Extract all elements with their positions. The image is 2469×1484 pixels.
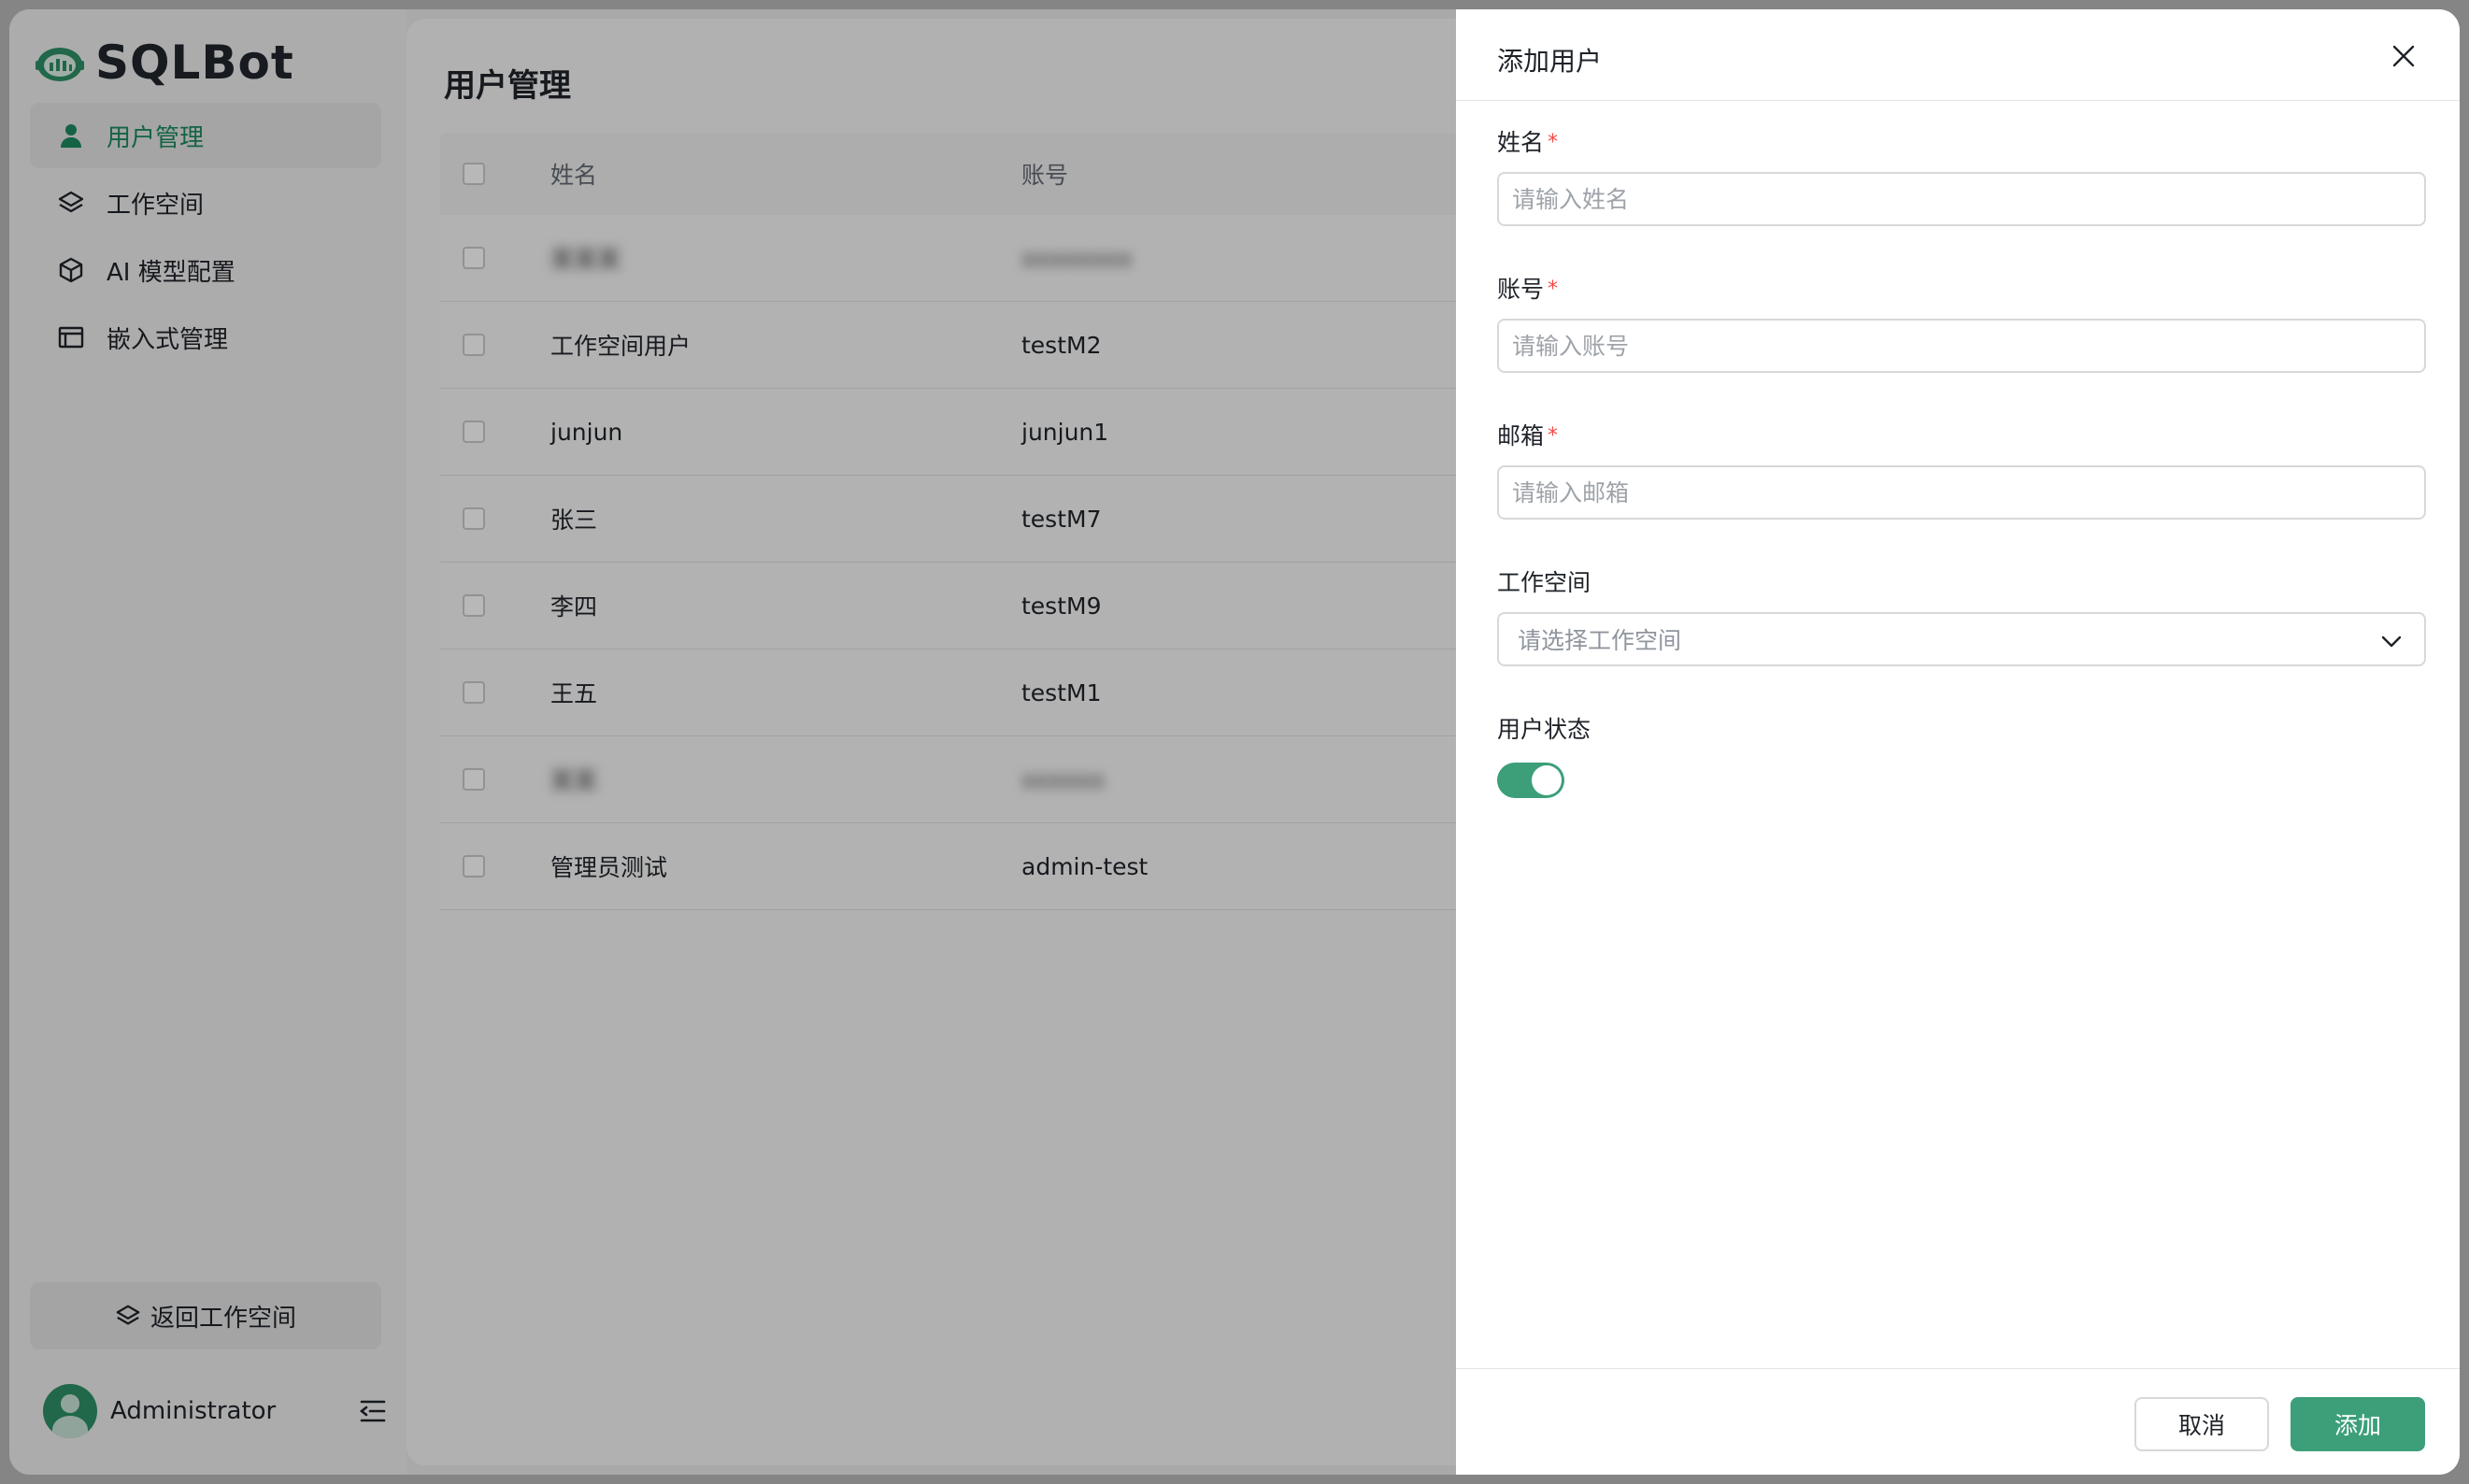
name-input[interactable] [1512,174,2424,224]
field-account: 账号 * [1497,274,2426,373]
add-user-drawer: 添加用户 姓名* 账号* 邮箱* 工作空间 请选择工作空间 [1456,9,2460,1475]
status-label: 用户状态 [1497,716,1591,743]
required-mark: * [1548,131,1559,154]
field-status: 用户状态 [1497,714,2426,798]
required-mark: * [1548,424,1559,448]
account-input[interactable] [1512,321,2424,371]
user-status-toggle[interactable] [1497,763,1564,798]
close-icon[interactable] [2389,41,2419,71]
name-label: 姓名 [1497,129,1545,156]
add-user-form: 姓名* 账号* 邮箱* 工作空间 请选择工作空间 用户状态 [1497,127,2426,846]
add-button[interactable]: 添加 [2291,1397,2425,1451]
workspace-select[interactable]: 请选择工作空间 [1497,612,2426,666]
required-mark: * [1548,278,1559,301]
field-name: 姓名 * [1497,127,2426,226]
cancel-button[interactable]: 取消 [2134,1397,2269,1451]
name-input-wrapper [1497,172,2426,226]
account-label: 账号 [1497,276,1545,303]
drawer-footer: 取消 添加 [1456,1368,2460,1475]
workspace-label: 工作空间 [1497,569,1591,596]
email-label: 邮箱 [1497,422,1545,449]
drawer-title: 添加用户 [1497,46,1603,77]
email-input-wrapper [1497,465,2426,520]
drawer-header: 添加用户 [1456,9,2460,101]
chevron-down-icon [2381,635,2402,648]
account-input-wrapper [1497,319,2426,373]
field-email: 邮箱 * [1497,421,2426,520]
field-workspace: 工作空间 请选择工作空间 [1497,567,2426,666]
workspace-select-placeholder: 请选择工作空间 [1518,627,1682,654]
email-input[interactable] [1512,467,2424,518]
